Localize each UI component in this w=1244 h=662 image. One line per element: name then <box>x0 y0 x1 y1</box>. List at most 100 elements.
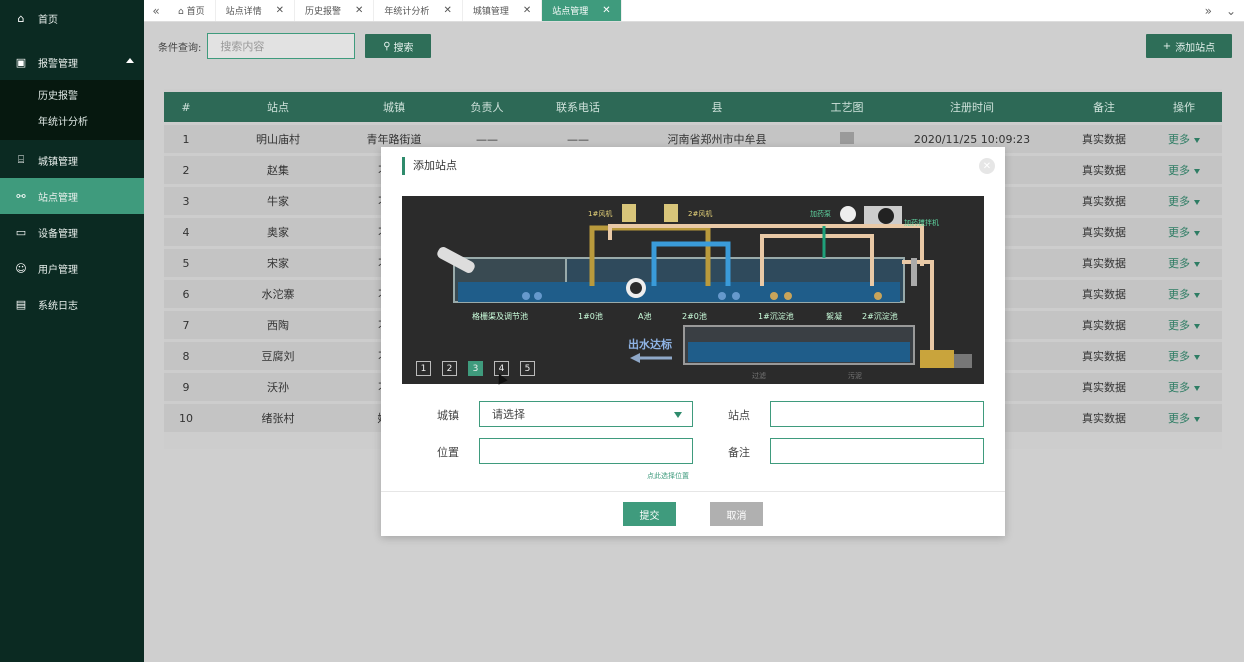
add-site-button[interactable]: + 添加站点 <box>1146 34 1232 58</box>
select-position-link[interactable]: 点此选择位置 <box>647 471 689 481</box>
tab-bar: « ⌂ 首页 站点详情 ✕ 历史报警 ✕ 年统计分析 ✕ 城镇管理 ✕ 站点管理… <box>144 0 1244 22</box>
sidebar-item-user[interactable]: ☺ 用户管理 <box>0 250 144 286</box>
sidebar-item-device[interactable]: ▭ 设备管理 <box>0 214 144 250</box>
caret-down-icon <box>1194 168 1200 174</box>
more-dropdown[interactable]: 更多 <box>1146 404 1222 432</box>
col-header: 操作 <box>1146 92 1222 122</box>
log-icon: ▤ <box>15 297 27 311</box>
town-select[interactable]: 请选择 <box>479 401 693 427</box>
col-header: 联系电话 <box>534 92 622 122</box>
modal-divider <box>381 491 1005 492</box>
table-cell-note: 真实数据 <box>1062 218 1146 246</box>
tab-history-alarm[interactable]: 历史报警 ✕ <box>295 0 375 21</box>
chevrons-left-icon[interactable]: « <box>144 0 168 21</box>
more-dropdown[interactable]: 更多 <box>1146 280 1222 308</box>
add-site-modal: 添加站点 ✕ 1#风机 2#风机 加药泵 加药搅拌机 格栅渠及调节池 1#0池 … <box>381 147 1005 536</box>
diagram-pager: 1 2 3 4 5 <box>416 361 535 376</box>
more-dropdown[interactable]: 更多 <box>1146 342 1222 370</box>
process-diagram-svg: 1#风机 2#风机 加药泵 加药搅拌机 格栅渠及调节池 1#0池 A池 2#0池… <box>437 204 972 380</box>
close-icon[interactable]: ✕ <box>276 5 284 16</box>
tab-yearly-analysis[interactable]: 年统计分析 ✕ <box>374 0 463 21</box>
diagram-label: 格栅渠及调节池 <box>472 311 528 321</box>
sidebar-item-log[interactable]: ▤ 系统日志 <box>0 286 144 322</box>
more-dropdown[interactable]: 更多 <box>1146 125 1222 153</box>
site-input[interactable] <box>770 401 984 427</box>
table-cell-no: 2 <box>164 156 208 184</box>
tab-label: 站点管理 <box>552 7 589 17</box>
more-dropdown[interactable]: 更多 <box>1146 311 1222 339</box>
table-cell-note: 真实数据 <box>1062 249 1146 277</box>
diagram-label: 1#风机 <box>588 209 612 218</box>
more-label: 更多 <box>1168 350 1190 363</box>
diagram-label: A池 <box>638 311 651 321</box>
sidebar-item-town[interactable]: ⌸ 城镇管理 <box>0 142 144 178</box>
more-dropdown[interactable]: 更多 <box>1146 249 1222 277</box>
search-button[interactable]: ⚲ 搜索 <box>365 34 432 58</box>
col-header: 站点 <box>208 92 348 122</box>
sidebar-item-site[interactable]: ⚯ 站点管理 <box>0 178 144 214</box>
position-label: 位置 <box>437 446 459 459</box>
search-input[interactable]: 搜索内容 <box>207 33 356 59</box>
caret-down-icon <box>1194 261 1200 267</box>
col-header: 工艺图 <box>812 92 882 122</box>
pager-button[interactable]: 2 <box>442 361 457 376</box>
close-icon[interactable]: ✕ <box>443 5 451 16</box>
sidebar-subitem-yearly-analysis[interactable]: 年统计分析 <box>0 110 144 136</box>
sidebar-item-label: 站点管理 <box>38 192 78 204</box>
more-label: 更多 <box>1168 226 1190 239</box>
process-diagram: 1#风机 2#风机 加药泵 加药搅拌机 格栅渠及调节池 1#0池 A池 2#0池… <box>402 196 984 384</box>
chevrons-right-icon[interactable]: » <box>1205 4 1212 18</box>
caret-down-icon <box>1194 292 1200 298</box>
note-input[interactable] <box>770 438 984 464</box>
close-icon[interactable]: ✕ <box>355 5 363 16</box>
table-cell-site: 明山庙村 <box>208 125 348 153</box>
submit-button[interactable]: 提交 <box>623 502 676 526</box>
more-dropdown[interactable]: 更多 <box>1146 218 1222 246</box>
building-icon: ⌸ <box>17 153 25 166</box>
diagram-label: 絮凝 <box>826 311 842 321</box>
sidebar-item-label: 城镇管理 <box>38 156 78 168</box>
more-label: 更多 <box>1168 412 1190 425</box>
sidebar-item-home[interactable]: ⌂ 首页 <box>0 0 144 36</box>
table-cell-note: 真实数据 <box>1062 280 1146 308</box>
home-icon: ⌂ <box>178 7 184 17</box>
diagram-label: 加药搅拌机 <box>904 218 939 227</box>
more-dropdown[interactable]: 更多 <box>1146 373 1222 401</box>
diagram-label: 2#沉淀池 <box>862 311 898 321</box>
table-cell-no: 7 <box>164 311 208 339</box>
tab-label: 站点详情 <box>225 7 262 17</box>
table-cell-site: 西陶 <box>208 311 348 339</box>
sidebar-item-alarm[interactable]: ▣ 报警管理 <box>0 44 144 80</box>
caret-down-icon <box>1194 385 1200 391</box>
more-label: 更多 <box>1168 381 1190 394</box>
pager-button[interactable]: 1 <box>416 361 431 376</box>
more-dropdown[interactable]: 更多 <box>1146 187 1222 215</box>
sidebar-subitem-history-alarm[interactable]: 历史报警 <box>0 84 144 110</box>
pager-button-active[interactable]: 3 <box>468 361 483 376</box>
close-icon[interactable]: ✕ <box>979 158 995 174</box>
more-label: 更多 <box>1168 257 1190 270</box>
sidebar-item-label: 设备管理 <box>38 228 78 240</box>
sitemap-icon: ⚯ <box>16 189 26 203</box>
diagram-label: 出水达标 <box>628 337 672 351</box>
cancel-button[interactable]: 取消 <box>710 502 763 526</box>
tab-site-management[interactable]: 站点管理 ✕ <box>542 0 622 21</box>
table-header-row: # 站点 城镇 负责人 联系电话 县 工艺图 注册时间 备注 操作 <box>164 92 1222 122</box>
pager-button[interactable]: 5 <box>520 361 535 376</box>
position-input[interactable] <box>479 438 693 464</box>
tab-site-detail[interactable]: 站点详情 ✕ <box>216 0 296 21</box>
tab-town-management[interactable]: 城镇管理 ✕ <box>463 0 543 21</box>
caret-down-icon <box>674 412 682 418</box>
table-cell-no: 9 <box>164 373 208 401</box>
more-label: 更多 <box>1168 164 1190 177</box>
more-dropdown[interactable]: 更多 <box>1146 156 1222 184</box>
diagram-label: 过滤 <box>752 371 766 380</box>
chevron-down-icon[interactable]: ⌄ <box>1226 4 1236 18</box>
image-icon[interactable] <box>840 131 854 144</box>
table-cell-site: 绪张村 <box>208 404 348 432</box>
close-icon[interactable]: ✕ <box>602 5 610 16</box>
user-icon: ☺ <box>15 261 27 275</box>
more-label: 更多 <box>1168 133 1190 146</box>
tab-home[interactable]: ⌂ 首页 <box>168 0 216 21</box>
close-icon[interactable]: ✕ <box>523 5 531 16</box>
